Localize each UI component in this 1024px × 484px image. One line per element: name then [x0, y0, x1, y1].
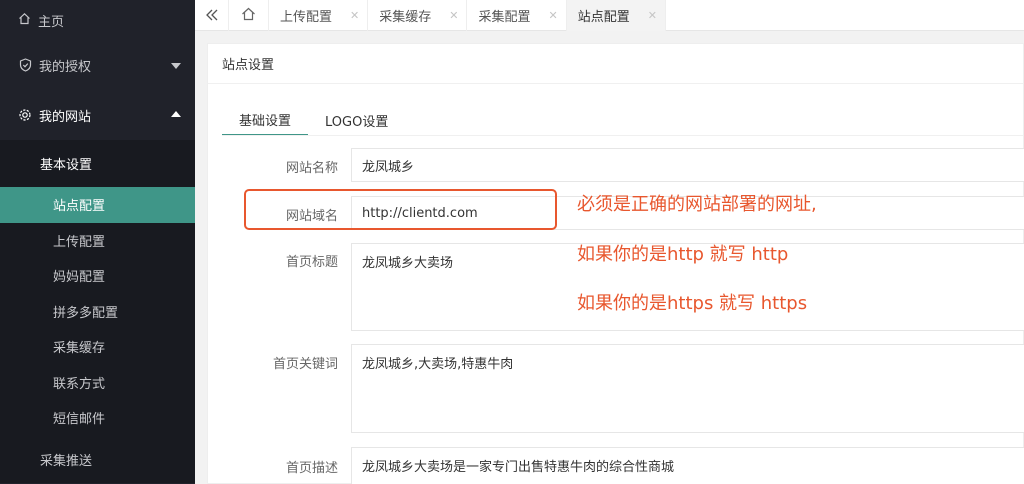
sidebar-item-home[interactable]: 主页 — [0, 0, 195, 40]
field-label-home-keywords: 首页关键词 — [272, 357, 338, 372]
tab-bar: 上传配置 ✕ 采集缓存 ✕ 采集配置 ✕ 站点配置 ✕ — [195, 0, 1024, 31]
sidebar-item-site-config[interactable]: 站点配置 — [0, 187, 195, 223]
domain-highlight-box — [244, 189, 557, 230]
home-icon — [18, 12, 31, 29]
form-tabs: 基础设置 LOGO设置 — [222, 104, 405, 136]
tab-logo-settings[interactable]: LOGO设置 — [308, 104, 405, 136]
sidebar-item-my-sites[interactable]: 我的网站 — [0, 90, 195, 140]
home-keywords-textarea[interactable]: 龙凤城乡,大卖场,特惠牛肉 — [351, 344, 1024, 433]
sidebar-item-label: 采集缓存 — [53, 341, 106, 357]
tab-basic-settings[interactable]: 基础设置 — [222, 104, 309, 136]
tab-label: 上传配置 — [280, 10, 333, 25]
sidebar-item-label: 短信邮件 — [53, 412, 106, 428]
field-label-site-name: 网站名称 — [285, 161, 338, 176]
close-icon[interactable]: ✕ — [449, 9, 458, 22]
sidebar-item-basic-settings[interactable]: 基本设置 — [0, 140, 195, 187]
field-label-home-description: 首页描述 — [285, 461, 338, 476]
sidebar-item-label: 基本设置 — [40, 158, 93, 173]
field-label-home-title: 首页标题 — [285, 255, 338, 270]
tab-upload-config[interactable]: 上传配置 ✕ — [269, 0, 369, 31]
sidebar-item-label: 采集推送 — [40, 453, 93, 469]
annotation-line-1: 必须是正确的网站部署的网址, — [577, 194, 817, 215]
tabs-divider — [222, 135, 1023, 136]
site-name-input[interactable]: 龙凤城乡 — [351, 148, 1024, 182]
sidebar-item-collect-push[interactable]: 采集推送 — [0, 435, 195, 483]
tab-site-config[interactable]: 站点配置 ✕ — [566, 0, 666, 31]
tab-home[interactable] — [229, 0, 269, 31]
tab-label: 站点配置 — [577, 10, 630, 25]
shield-icon — [18, 58, 32, 72]
sidebar-item-label: 主页 — [38, 14, 65, 30]
sidebar-item-authorization[interactable]: 我的授权 — [0, 40, 195, 90]
close-icon[interactable]: ✕ — [648, 9, 657, 22]
home-icon — [241, 7, 256, 25]
card-title: 站点设置 — [208, 44, 1023, 84]
tab-collect-cache[interactable]: 采集缓存 ✕ — [368, 0, 468, 31]
close-icon[interactable]: ✕ — [548, 9, 557, 22]
gear-icon — [18, 108, 32, 122]
sidebar-item-label: 妈妈配置 — [53, 270, 106, 286]
sidebar-item-label: 站点配置 — [53, 199, 106, 215]
sidebar-item-label: 我的授权 — [39, 59, 92, 75]
tab-label: 采集配置 — [478, 10, 531, 25]
annotation-line-3: 如果你的是https 就写 https — [577, 293, 808, 314]
home-description-textarea[interactable]: 龙凤城乡大卖场是一家专门出售特惠牛肉的综合性商城 — [351, 447, 1024, 484]
collapse-sidebar-button[interactable] — [195, 0, 229, 31]
sidebar: 主页 我的授权 我的网站 基本设置 站点配置 上传配置 妈妈配置 拼多多配置 采… — [0, 0, 195, 484]
close-icon[interactable]: ✕ — [350, 9, 359, 22]
annotation-line-2: 如果你的是http 就写 http — [577, 244, 789, 265]
sidebar-item-pdd-config[interactable]: 拼多多配置 — [0, 294, 195, 330]
sidebar-item-label: 联系方式 — [53, 376, 106, 392]
sidebar-item-label: 我的网站 — [39, 109, 92, 125]
double-chevron-left-icon — [205, 6, 219, 25]
sidebar-submenu: 基本设置 站点配置 上传配置 妈妈配置 拼多多配置 采集缓存 联系方式 短信邮件 — [0, 140, 195, 436]
sidebar-item-label: 拼多多配置 — [53, 305, 119, 321]
sidebar-item-sms-email[interactable]: 短信邮件 — [0, 400, 195, 436]
sidebar-item-label: 上传配置 — [53, 234, 106, 250]
chevron-up-icon — [171, 111, 181, 117]
sidebar-item-upload-config[interactable]: 上传配置 — [0, 223, 195, 259]
sidebar-item-collect-cache[interactable]: 采集缓存 — [0, 329, 195, 365]
sidebar-item-contact[interactable]: 联系方式 — [0, 365, 195, 401]
sidebar-item-mama-config[interactable]: 妈妈配置 — [0, 258, 195, 294]
tab-collect-config[interactable]: 采集配置 ✕ — [467, 0, 567, 31]
chevron-down-icon — [171, 63, 181, 69]
tab-label: 采集缓存 — [379, 10, 432, 25]
